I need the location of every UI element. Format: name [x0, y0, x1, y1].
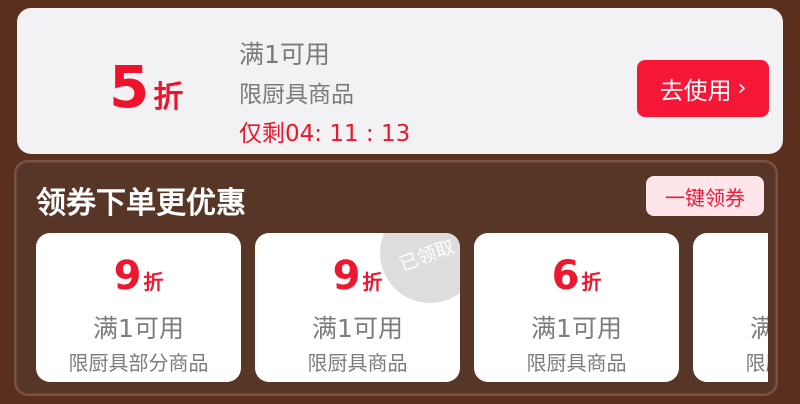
coupon-card-list[interactable]: 9折 满1可用 限厨具部分商品 9折 满1可用 限厨具商品 已领取 6折 满1可…: [36, 233, 768, 382]
card-discount: 9折: [36, 253, 241, 299]
main-discount-value: 5: [109, 53, 150, 121]
main-discount-unit: 折: [153, 80, 184, 115]
card-scope: 限厨具商品: [745, 351, 769, 375]
chevron-right-icon: ›: [737, 76, 747, 101]
coupon-card[interactable]: 6折 满1可用 限厨具商品: [474, 233, 679, 382]
card-condition: 满1可用: [312, 314, 403, 343]
claim-all-button[interactable]: 一键领券: [646, 176, 764, 216]
main-condition: 满1可用: [239, 40, 330, 69]
card-scope: 限厨具商品: [307, 351, 408, 375]
card-condition: 满1可用: [693, 309, 768, 345]
card-condition: 满1可用: [531, 314, 622, 343]
use-coupon-button[interactable]: 去使用 ›: [637, 60, 769, 117]
card-discount-value: 9: [113, 253, 142, 299]
card-scope: 限厨具部分商品: [68, 351, 209, 375]
card-discount-unit: 折: [143, 270, 164, 294]
coupon-card[interactable]: 9折 满1可用 限厨具商品 已领取: [255, 233, 460, 382]
claimed-label: 已领取: [396, 235, 458, 276]
use-coupon-button-label: 去使用: [659, 77, 732, 105]
coupon-card[interactable]: 9折 满1可用 限厨具部分商品: [36, 233, 241, 382]
card-discount-value: 9: [332, 253, 361, 299]
main-coupon: 5 折 满1可用 限厨具商品 仅剩04: 11 : 13 去使用 ›: [17, 8, 783, 154]
card-condition: 满1可用: [93, 314, 184, 343]
coupon-card[interactable]: 满1可用 限厨具商品: [693, 233, 768, 382]
card-discount-value: 6: [551, 253, 580, 299]
card-discount-unit: 折: [581, 270, 602, 294]
card-discount: 6折: [474, 253, 679, 299]
coupon-panel: 领券下单更优惠 一键领券 9折 满1可用 限厨具部分商品 9折 满1可用 限厨具…: [14, 160, 778, 396]
main-scope: 限厨具商品: [239, 82, 354, 108]
countdown-timer: 仅剩04: 11 : 13: [239, 121, 411, 147]
main-discount: 5 折: [109, 58, 183, 118]
panel-title: 领券下单更优惠: [36, 186, 246, 221]
card-discount: [693, 253, 768, 299]
card-discount-unit: 折: [362, 270, 383, 294]
card-scope: 限厨具商品: [526, 351, 627, 375]
